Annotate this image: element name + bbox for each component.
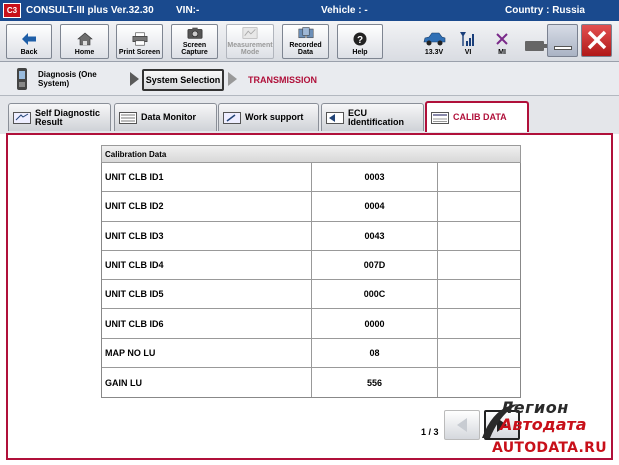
tab-data-monitor[interactable]: Data Monitor — [114, 103, 217, 131]
row-item-value: 000C — [312, 280, 438, 309]
status-indicators: 13.3V VI MI — [417, 24, 553, 59]
tab-ecu-identification[interactable]: ECU Identification — [321, 103, 424, 131]
country-label: Country : Russia — [504, 5, 585, 16]
row-item-name: UNIT CLB ID6 — [102, 309, 312, 338]
breadcrumb-arrow-icon — [130, 72, 139, 86]
table-row: UNIT CLB ID1 0003 — [102, 163, 520, 193]
mi-status: MI — [485, 24, 519, 59]
app-title: CONSULT-III plus Ver.32.30 — [26, 5, 154, 16]
table-row: UNIT CLB ID4 007D — [102, 250, 520, 281]
ecu-identification-icon — [326, 111, 344, 124]
row-item-unit — [438, 222, 520, 250]
vi-status: VI — [451, 24, 485, 59]
tab-bar: Self Diagnostic Result Data Monitor Work … — [0, 96, 619, 134]
row-item-value: 0004 — [312, 192, 438, 221]
back-arrow-icon — [21, 31, 37, 47]
printer-icon — [132, 31, 148, 47]
row-item-unit — [438, 368, 520, 397]
consult-logo-icon: C3 — [3, 3, 21, 18]
minimize-button[interactable] — [547, 24, 578, 57]
measurement-icon — [242, 25, 258, 40]
table-row: UNIT CLB ID5 000C — [102, 280, 520, 310]
signal-icon — [460, 31, 476, 47]
print-screen-button[interactable]: Print Screen — [116, 24, 163, 59]
battery-icon — [525, 38, 547, 54]
row-item-value: 0003 — [312, 163, 438, 192]
help-button[interactable]: ? Help — [337, 24, 383, 59]
data-monitor-icon — [119, 111, 137, 124]
home-button[interactable]: Home — [60, 24, 109, 59]
row-item-value: 007D — [312, 250, 438, 280]
battery-status: 13.3V — [417, 24, 451, 59]
row-item-name: UNIT CLB ID2 — [102, 192, 312, 221]
breadcrumb-diagnosis[interactable]: Diagnosis (One System) — [16, 67, 118, 91]
prev-arrow-icon — [457, 418, 467, 432]
row-item-value: 0000 — [312, 309, 438, 338]
row-item-unit — [438, 251, 520, 279]
row-item-name: UNIT CLB ID1 — [102, 163, 312, 192]
help-icon: ? — [352, 31, 368, 47]
tab-work-support[interactable]: Work support — [218, 103, 319, 131]
table-body: UNIT CLB ID1 0003 UNIT CLB ID2 0004 UNIT CLB… — [101, 163, 521, 399]
handheld-device-icon — [17, 68, 27, 90]
row-item-value: 08 — [312, 338, 438, 368]
title-bar: C3 CONSULT-III plus Ver.32.30 VIN:- Vehi… — [0, 0, 619, 21]
table-row: UNIT CLB ID3 0043 — [102, 221, 520, 251]
row-item-unit — [438, 309, 520, 337]
breadcrumb-current: TRANSMISSION — [248, 75, 318, 85]
self-diagnostic-icon — [13, 111, 31, 124]
row-item-name: UNIT CLB ID4 — [102, 250, 312, 280]
breadcrumb-system-selection[interactable]: System Selection — [142, 69, 224, 91]
row-item-name: UNIT CLB ID3 — [102, 221, 312, 250]
minimize-icon — [554, 46, 572, 50]
row-item-name: GAIN LU — [102, 368, 312, 398]
calib-data-icon — [431, 111, 449, 124]
vehicle-label: Vehicle : - — [321, 5, 368, 16]
row-item-unit — [438, 192, 520, 220]
disconnected-x-icon — [496, 31, 508, 47]
car-icon — [422, 31, 446, 47]
table-header: Calibration Data — [101, 145, 521, 163]
table-row: GAIN LU 556 — [102, 368, 520, 398]
tab-self-diagnostic-result[interactable]: Self Diagnostic Result — [8, 103, 111, 131]
page-indicator: 1 / 3 — [421, 427, 439, 437]
breadcrumb: Diagnosis (One System) System Selection … — [0, 62, 619, 96]
row-item-name: UNIT CLB ID5 — [102, 280, 312, 309]
row-item-value: 0043 — [312, 221, 438, 250]
row-item-value: 556 — [312, 368, 438, 398]
breadcrumb-arrow-icon — [228, 72, 237, 86]
table-row: UNIT CLB ID6 0000 — [102, 309, 520, 339]
camera-icon — [187, 25, 203, 40]
home-icon — [76, 31, 93, 47]
recorded-data-button[interactable]: Recorded Data — [282, 24, 329, 59]
recorded-data-icon — [298, 25, 314, 40]
legion-autodata-watermark: Легион Автодата AUTODATA.RU — [478, 396, 616, 462]
calibration-table: Calibration Data UNIT CLB ID1 0003 UNIT CL… — [101, 145, 521, 399]
vin-label: VIN:- — [176, 5, 200, 16]
measurement-mode-button[interactable]: Measurement Mode — [226, 24, 274, 59]
svg-text:?: ? — [357, 35, 363, 46]
close-icon — [587, 30, 607, 55]
table-row: UNIT CLB ID2 0004 — [102, 192, 520, 222]
row-item-unit — [438, 339, 520, 367]
row-item-unit — [438, 163, 520, 191]
close-button[interactable] — [581, 24, 612, 57]
work-support-icon — [223, 111, 241, 124]
screen-capture-button[interactable]: Screen Capture — [171, 24, 218, 59]
row-item-unit — [438, 280, 520, 308]
tab-calib-data[interactable]: CALIB DATA — [425, 101, 529, 132]
prev-page-button[interactable] — [444, 410, 480, 440]
back-button[interactable]: Back — [6, 24, 52, 59]
toolbar: Back Home Print Screen Screen Capture Me… — [0, 21, 619, 62]
row-item-name: MAP NO LU — [102, 338, 312, 368]
table-row: MAP NO LU 08 — [102, 338, 520, 369]
